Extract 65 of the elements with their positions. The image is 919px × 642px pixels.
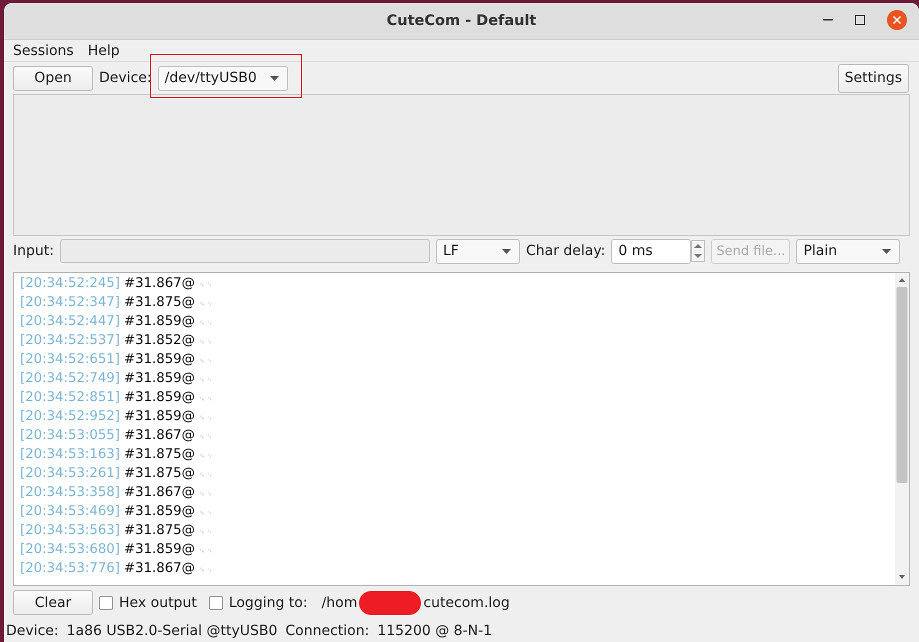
- line-ending-dropdown[interactable]: LF: [436, 238, 520, 264]
- close-icon[interactable]: [887, 10, 907, 30]
- maximize-icon[interactable]: [855, 15, 865, 25]
- scrollbar[interactable]: [895, 273, 909, 585]
- timestamp: [20:34:52:537]: [20, 332, 120, 349]
- timestamp: [20:34:52:749]: [20, 370, 120, 387]
- char-delay-label: Char delay:: [526, 243, 606, 259]
- timestamp: [20:34:53:358]: [20, 484, 120, 501]
- log-value: #31.859@: [124, 541, 195, 558]
- timestamp: [20:34:53:680]: [20, 541, 120, 558]
- log-value: #31.867@: [124, 484, 195, 501]
- device-dropdown[interactable]: /dev/ttyUSB0: [158, 66, 288, 90]
- settings-button[interactable]: Settings: [838, 64, 909, 92]
- hex-output-label: Hex output: [119, 594, 197, 610]
- status-connection-value: 115200 @ 8-N-1: [377, 623, 492, 639]
- status-connection-label: Connection:: [285, 623, 370, 639]
- log-value: #31.875@: [124, 522, 195, 539]
- timestamp: [20:34:52:347]: [20, 294, 120, 311]
- input-field[interactable]: [60, 239, 430, 263]
- input-label: Input:: [13, 243, 54, 259]
- log-value: #31.867@: [124, 427, 195, 444]
- caret-icon: [882, 248, 892, 254]
- status-device-label: Device:: [6, 623, 59, 639]
- log-value: #31.859@: [124, 389, 195, 406]
- checkbox[interactable]: [99, 596, 113, 610]
- log-value: #31.867@: [124, 560, 195, 577]
- timestamp: [20:34:53:776]: [20, 560, 120, 577]
- timestamp: [20:34:52:651]: [20, 351, 120, 368]
- timestamp: [20:34:52:447]: [20, 313, 120, 330]
- timestamp: [20:34:52:245]: [20, 275, 120, 292]
- format-dropdown[interactable]: Plain: [796, 238, 900, 264]
- log-value: #31.859@: [124, 313, 195, 330]
- log-value: #31.859@: [124, 408, 195, 425]
- timestamp: [20:34:52:851]: [20, 389, 120, 406]
- log-value: #31.859@: [124, 370, 195, 387]
- window-title: CuteCom - Default: [386, 13, 536, 29]
- log-value: #31.852@: [124, 332, 195, 349]
- timestamp: [20:34:53:055]: [20, 427, 120, 444]
- timestamp: [20:34:53:163]: [20, 446, 120, 463]
- logging-label: Logging to:: [228, 594, 308, 610]
- timestamp: [20:34:53:563]: [20, 522, 120, 539]
- log-value: #31.859@: [124, 351, 195, 368]
- log-value: #31.867@: [124, 275, 195, 292]
- log-value: #31.875@: [124, 465, 195, 482]
- clear-button[interactable]: Clear: [13, 590, 93, 615]
- minimize-icon[interactable]: [823, 19, 833, 21]
- menu-item[interactable]: Sessions: [13, 42, 74, 58]
- menu-item[interactable]: Help: [88, 42, 120, 58]
- spin-arrows-icon[interactable]: [691, 240, 706, 262]
- timestamp: [20:34:52:952]: [20, 408, 120, 425]
- log-value: #31.859@: [124, 503, 195, 520]
- timestamp: [20:34:53:469]: [20, 503, 120, 520]
- timestamp: [20:34:53:261]: [20, 465, 120, 482]
- log-value: #31.875@: [124, 446, 195, 463]
- char-delay-spinbox[interactable]: 0 ms: [611, 238, 692, 264]
- caret-icon: [502, 248, 511, 254]
- checkbox[interactable]: [208, 596, 223, 610]
- device-label: Device:: [99, 70, 152, 86]
- log-path-end: cutecom.log: [423, 594, 510, 610]
- log-value: #31.875@: [124, 294, 195, 311]
- status-device-value: 1a86 USB2.0-Serial @ttyUSB0: [66, 623, 278, 639]
- caret-icon: [270, 76, 279, 80]
- redaction-mark: [359, 590, 422, 614]
- log-path-start: /hom: [322, 594, 358, 610]
- open-button[interactable]: Open: [13, 66, 93, 90]
